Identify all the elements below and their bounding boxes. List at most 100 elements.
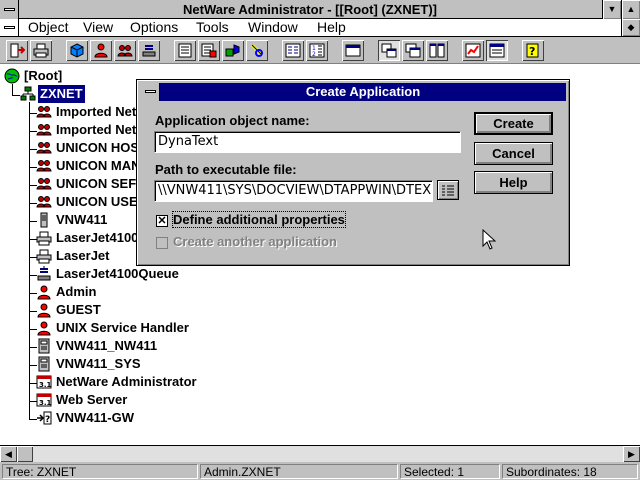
globe-icon [4,68,20,84]
tree-item-label: VNW411 [56,212,108,227]
tree-item-label: VNW411-GW [56,410,135,425]
scroll-right-button[interactable]: ▶ [623,446,640,462]
group-icon [117,45,133,57]
menu-object[interactable]: Object [28,19,68,36]
cancel-button[interactable]: Cancel [474,142,553,165]
search-button[interactable] [246,40,268,61]
tree-root-label: [Root] [24,68,63,83]
restore-button[interactable]: ◆ [621,19,640,36]
gateway-icon: ? [37,411,52,425]
create-another-label: Create another application [173,234,337,249]
tree-org-zxnet[interactable]: ZXNET [20,84,86,104]
tree-item-label: VNW411_NW411 [56,338,158,353]
define-properties-checkbox[interactable]: ✕ [156,215,168,227]
print-icon [33,43,49,58]
create-group-button[interactable] [114,40,136,61]
partition-button[interactable] [222,40,244,61]
print-button[interactable] [30,40,52,61]
group-icon [36,142,52,154]
application-name-field[interactable]: DynaText [154,131,461,153]
tree-item-label: VNW411_SYS [56,356,141,371]
partition-icon [225,44,240,57]
browser-button[interactable] [486,40,508,61]
dialog-system-menu-button[interactable] [140,83,160,101]
help-button[interactable]: ? [522,40,544,61]
create-application-dialog: Create Application Application object na… [136,79,570,266]
new-window-button[interactable] [342,40,364,61]
scroll-thumb[interactable] [17,446,33,462]
menu-help[interactable]: Help [317,19,346,36]
window-title: NetWare Administrator - [[Root] (ZXNET)] [183,2,437,17]
group-icon [36,178,52,190]
queue-icon [142,45,156,57]
dialog-title: Create Application [305,84,421,99]
browse-icon [285,43,301,58]
printer-icon [36,231,52,246]
browse-path-button[interactable] [437,180,459,200]
volume-icon [38,338,50,354]
tree-item-label: LaserJet4100 [56,230,139,245]
title-bar: NetWare Administrator - [[Root] (ZXNET)]… [0,0,640,19]
help-button-dialog[interactable]: Help [474,171,553,194]
svg-text:2: 2 [312,51,316,58]
tree-item-label: UNICON USE [56,194,138,209]
tree-item-label: LaserJet [56,248,110,263]
maximize-button[interactable]: ▲ [621,0,640,19]
create-button[interactable]: Create [474,112,553,135]
menu-options[interactable]: Options [130,19,178,36]
rights-button[interactable] [198,40,220,61]
tree-item-label: GUEST [56,302,101,317]
cube-icon [70,43,84,58]
tree-item-label: Admin [56,284,97,299]
horizontal-scrollbar[interactable]: ◀ ▶ [0,445,640,462]
tree-item-label: Imported Net [56,122,137,137]
queue-icon [37,266,51,281]
menu-view[interactable]: View [83,19,113,36]
scroll-left-button[interactable]: ◀ [0,446,17,462]
toolbar: 12 ? [0,37,640,64]
tree-root[interactable]: [Root] [4,67,74,85]
user-icon [37,303,51,318]
arrange-button[interactable] [426,40,448,61]
tile-view-button[interactable] [378,40,400,61]
sort-button[interactable]: 12 [306,40,328,61]
define-properties-label[interactable]: Define additional properties [172,211,346,228]
cascade-icon [405,43,421,58]
details-button[interactable] [174,40,196,61]
tree-item-label: UNICON MAN [56,158,141,173]
help-icon: ? [526,43,539,58]
application-icon: 3.1 [36,393,52,407]
exit-button[interactable] [6,40,28,61]
system-menu-button[interactable] [0,0,19,19]
create-queue-button[interactable] [138,40,160,61]
menu-tools[interactable]: Tools [196,19,229,36]
search-icon [250,43,264,57]
browse-button[interactable] [282,40,304,61]
application-icon: 3.1 [36,375,52,389]
statistics-button[interactable] [462,40,484,61]
menu-window[interactable]: Window [248,19,298,36]
tree-item-label: Web Server [56,392,128,407]
user-icon [37,321,51,336]
window-icon [345,44,361,57]
tile-icon [381,43,397,58]
status-subordinates: Subordinates: 18 [502,464,638,479]
document-system-menu-button[interactable] [0,19,19,36]
dialog-title-bar: Create Application [140,83,566,101]
executable-path-field[interactable]: \\VNW411\SYS\DOCVIEW\DTAPPWIN\DTEX [154,180,433,202]
group-icon [36,160,52,172]
list-filter-icon [201,43,217,58]
group-icon [36,106,52,118]
browse-icon [442,185,454,196]
create-object-button[interactable] [66,40,88,61]
group-icon [36,196,52,208]
cascade-button[interactable] [402,40,424,61]
create-user-button[interactable] [90,40,112,61]
create-another-checkbox [156,237,168,249]
mouse-cursor-icon [482,229,496,250]
organization-icon [20,86,36,101]
svg-text:3.1: 3.1 [39,399,52,407]
minimize-button[interactable]: ▼ [602,0,621,19]
browser-icon [489,43,505,58]
tree-item-label: UNICON HOS [56,140,140,155]
